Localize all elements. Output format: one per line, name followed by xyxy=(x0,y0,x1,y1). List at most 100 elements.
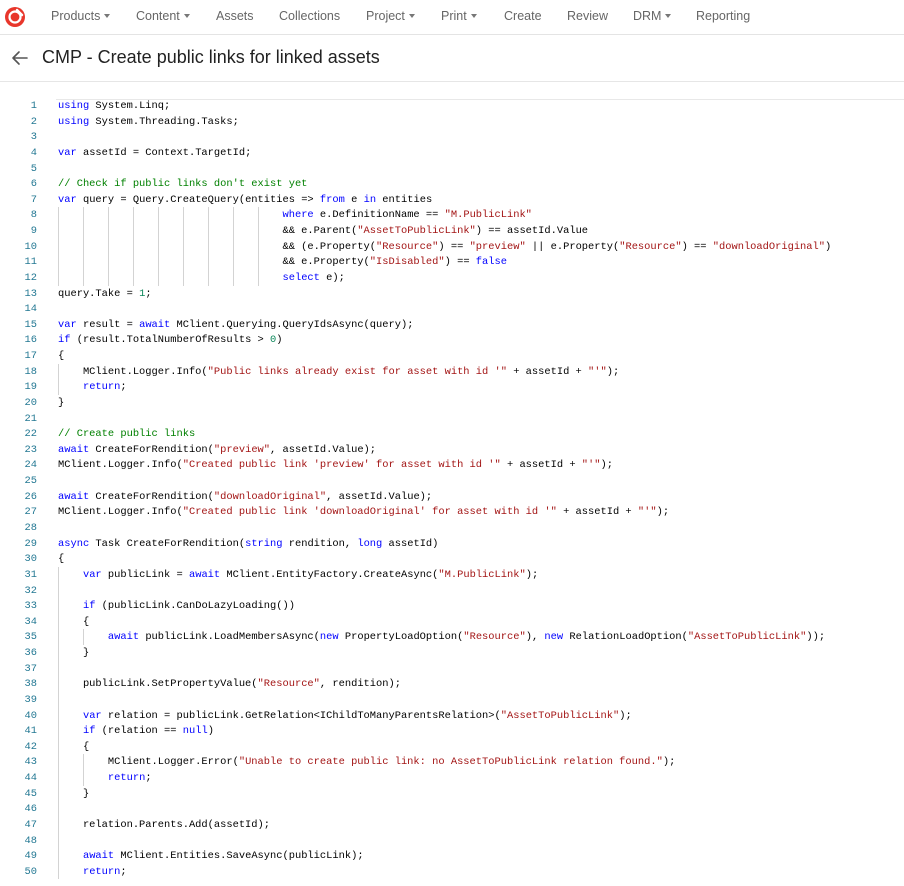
code-token: result = xyxy=(82,318,140,331)
code-token: e); xyxy=(326,271,345,284)
code-line: 49 await MClient.Entities.SaveAsync(publ… xyxy=(0,848,904,864)
code-token: "downloadOriginal" xyxy=(213,490,327,503)
code-token: && e.Property( xyxy=(58,256,370,269)
line-number: 37 xyxy=(24,662,37,675)
line-number: 22 xyxy=(24,428,37,441)
code-line: 39 xyxy=(0,692,904,708)
code-token: var xyxy=(58,318,83,331)
code-token: return xyxy=(82,381,121,394)
code-token: (relation == xyxy=(101,725,183,738)
code-line: 31 var publicLink = await MClient.Entity… xyxy=(0,567,904,583)
code-line: 7 var query = Query.CreateQuery(entities … xyxy=(0,192,904,208)
code-token: in xyxy=(363,193,383,206)
code-text: // Check if public links don't exist yet xyxy=(58,176,307,192)
code-token: "'" xyxy=(588,365,607,378)
chevron-down-icon xyxy=(408,13,415,18)
code-text: MClient.Logger.Error("Unable to create p… xyxy=(58,754,675,770)
code-line: 35 await publicLink.LoadMembersAsync(new… xyxy=(0,629,904,645)
code-token: ), xyxy=(525,631,545,644)
line-number: 20 xyxy=(24,396,37,409)
line-number: 8 xyxy=(30,209,37,222)
code-token: await xyxy=(58,443,96,456)
code-text: // Create public links xyxy=(58,426,195,442)
code-token: { xyxy=(58,615,90,628)
nav-item-products[interactable]: Products xyxy=(51,9,111,23)
code-token: MClient.Logger.Error( xyxy=(58,756,239,769)
code-editor[interactable]: 1 using System.Linq; 2 using System.Threadi… xyxy=(0,82,904,886)
code-token: "M.PublicLink" xyxy=(438,568,526,581)
code-token: ); xyxy=(656,506,670,519)
code-line: 27 MClient.Logger.Info("Created public li… xyxy=(0,504,904,520)
code-token: CreateForRendition( xyxy=(95,490,214,503)
code-token: e xyxy=(351,193,364,206)
code-text: publicLink.SetPropertyValue("Resource", … xyxy=(58,676,401,692)
code-text: await CreateForRendition("preview", asse… xyxy=(58,442,376,458)
code-token: )); xyxy=(806,631,826,644)
code-token: { xyxy=(58,740,90,753)
code-token: && (e.Property( xyxy=(58,240,377,253)
code-text: using System.Linq; xyxy=(58,98,170,114)
line-number: 36 xyxy=(24,647,37,660)
code-token: "M.PublicLink" xyxy=(444,209,532,222)
code-text: await publicLink.LoadMembersAsync(new Pr… xyxy=(58,629,825,645)
line-number: 39 xyxy=(24,693,37,706)
code-token: (publicLink.CanDoLazyLoading()) xyxy=(101,600,295,613)
code-text: } xyxy=(58,645,89,661)
code-text: { xyxy=(58,739,89,755)
code-text: if (result.TotalNumberOfResults > 0) xyxy=(58,332,283,348)
code-text: await MClient.Entities.SaveAsync(publicL… xyxy=(58,848,364,864)
code-token: await xyxy=(188,568,227,581)
code-token: , rendition); xyxy=(319,678,401,691)
code-token: query = Query.CreateQuery(entities => xyxy=(82,193,320,206)
line-number: 35 xyxy=(24,631,37,644)
code-line: 42 { xyxy=(0,739,904,755)
code-token: entities xyxy=(382,193,433,206)
nav-item-review[interactable]: Review xyxy=(567,9,608,23)
nav-item-label: Review xyxy=(567,9,608,23)
code-text: { xyxy=(58,551,64,567)
code-line: 11 && e.Property("IsDisabled") == false xyxy=(0,254,904,270)
code-token: "AssetToPublicLink" xyxy=(500,709,620,722)
code-token: if xyxy=(82,725,102,738)
nav-item-drm[interactable]: DRM xyxy=(633,9,672,23)
code-token: "Created public link 'downloadOriginal' … xyxy=(182,506,557,519)
nav-item-reporting[interactable]: Reporting xyxy=(696,9,750,23)
line-number: 24 xyxy=(24,459,37,472)
line-number: 50 xyxy=(24,865,37,878)
nav-item-label: DRM xyxy=(633,9,662,23)
code-token: if xyxy=(82,600,102,613)
code-token: "Resource" xyxy=(463,631,526,644)
nav-item-label: Create xyxy=(504,9,542,23)
line-number: 12 xyxy=(24,271,37,284)
code-line: 3 xyxy=(0,129,904,145)
back-arrow-icon[interactable] xyxy=(10,48,30,68)
nav-item-content[interactable]: Content xyxy=(136,9,190,23)
code-token: long xyxy=(357,537,389,550)
code-token: false xyxy=(475,256,507,269)
code-line: 6 // Check if public links don't exist ye… xyxy=(0,176,904,192)
code-token: // Create public links xyxy=(58,428,196,441)
code-token: && e.Parent( xyxy=(58,225,358,238)
app-logo-icon[interactable] xyxy=(4,6,26,28)
line-number: 29 xyxy=(24,537,37,550)
code-token: ) xyxy=(825,240,832,253)
code-text: where e.DefinitionName == "M.PublicLink" xyxy=(58,207,532,223)
nav-item-print[interactable]: Print xyxy=(441,9,477,23)
nav-item-create[interactable]: Create xyxy=(504,9,542,23)
code-token: where xyxy=(282,209,320,222)
nav-item-label: Print xyxy=(441,9,467,23)
line-number: 47 xyxy=(24,818,37,831)
code-text: if (publicLink.CanDoLazyLoading()) xyxy=(58,598,295,614)
code-token: + assetId + xyxy=(500,459,582,472)
nav-item-assets[interactable]: Assets xyxy=(216,9,254,23)
code-text: using System.Threading.Tasks; xyxy=(58,114,239,130)
nav-item-collections[interactable]: Collections xyxy=(279,9,340,23)
code-line: 1 using System.Linq; xyxy=(0,98,904,114)
code-token: , assetId.Value); xyxy=(270,443,377,456)
nav-item-project[interactable]: Project xyxy=(366,9,415,23)
code-token: new xyxy=(544,631,570,644)
code-token: new xyxy=(319,631,345,644)
